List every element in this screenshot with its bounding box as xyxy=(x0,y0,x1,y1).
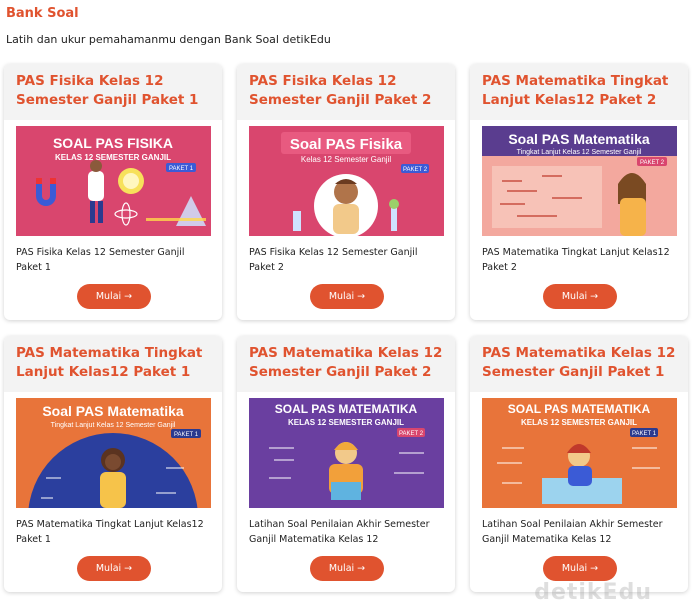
start-button[interactable]: Mulai → xyxy=(77,556,151,581)
thumb-title: Soal PAS Matematika xyxy=(508,131,650,147)
card-thumbnail[interactable]: SOAL PAS MATEMATIKA KELAS 12 SEMESTER GA… xyxy=(482,398,677,508)
start-button[interactable]: Mulai → xyxy=(310,556,384,581)
start-button[interactable]: Mulai → xyxy=(77,284,151,309)
card-header: PAS Matematika Kelas 12 Semester Ganjil … xyxy=(470,336,688,392)
thumb-subtitle: Tingkat Lanjut Kelas 12 Semester Ganjil xyxy=(517,149,642,156)
card-title[interactable]: PAS Matematika Tingkat Lanjut Kelas12 Pa… xyxy=(16,344,210,382)
card-header: PAS Matematika Tingkat Lanjut Kelas12 Pa… xyxy=(4,336,222,392)
card-description: PAS Matematika Tingkat Lanjut Kelas12 Pa… xyxy=(16,519,204,545)
card-thumbnail[interactable]: Soal PAS Fisika Kelas 12 Semester Ganjil… xyxy=(249,126,444,236)
thumb-title: SOAL PAS MATEMATIKA xyxy=(508,402,651,416)
thumb-subtitle: KELAS 12 SEMESTER GANJIL xyxy=(55,153,171,162)
section-title: Bank Soal xyxy=(6,6,79,21)
card-header: PAS Matematika Tingkat Lanjut Kelas12 Pa… xyxy=(470,64,688,120)
thumb-badge: PAKET 1 xyxy=(174,432,199,438)
question-bank-card[interactable]: PAS Fisika Kelas 12 Semester Ganjil Pake… xyxy=(237,64,455,320)
card-description: PAS Fisika Kelas 12 Semester Ganjil Pake… xyxy=(249,247,418,273)
card-thumbnail[interactable]: Soal PAS Matematika Tingkat Lanjut Kelas… xyxy=(482,126,677,236)
card-title[interactable]: PAS Fisika Kelas 12 Semester Ganjil Pake… xyxy=(249,72,443,110)
card-description: Latihan Soal Penilaian Akhir Semester Ga… xyxy=(482,519,663,545)
thumb-badge: PAKET 1 xyxy=(632,431,657,437)
thumb-title: SOAL PAS MATEMATIKA xyxy=(275,402,418,416)
question-bank-card[interactable]: PAS Matematika Tingkat Lanjut Kelas12 Pa… xyxy=(4,336,222,592)
thumb-subtitle: Tingkat Lanjut Kelas 12 Semester Ganjil xyxy=(51,422,176,429)
thumb-badge: PAKET 1 xyxy=(169,166,194,172)
card-description: Latihan Soal Penilaian Akhir Semester Ga… xyxy=(249,519,430,545)
card-header: PAS Matematika Kelas 12 Semester Ganjil … xyxy=(237,336,455,392)
start-button[interactable]: Mulai → xyxy=(310,284,384,309)
start-button[interactable]: Mulai → xyxy=(543,284,617,309)
thumb-title: Soal PAS Fisika xyxy=(290,136,403,153)
thumb-title: SOAL PAS FISIKA xyxy=(53,135,173,151)
card-title[interactable]: PAS Matematika Kelas 12 Semester Ganjil … xyxy=(482,344,676,382)
start-button[interactable]: Mulai → xyxy=(543,556,617,581)
question-bank-card[interactable]: PAS Matematika Kelas 12 Semester Ganjil … xyxy=(470,336,688,592)
section-subtitle: Latih dan ukur pemahamanmu dengan Bank S… xyxy=(6,33,331,46)
watermark: detikEdu xyxy=(534,580,652,605)
card-description: PAS Fisika Kelas 12 Semester Ganjil Pake… xyxy=(16,247,185,273)
card-thumbnail[interactable]: SOAL PAS MATEMATIKA KELAS 12 SEMESTER GA… xyxy=(249,398,444,508)
card-title[interactable]: PAS Matematika Tingkat Lanjut Kelas12 Pa… xyxy=(482,72,676,110)
card-description: PAS Matematika Tingkat Lanjut Kelas12 Pa… xyxy=(482,247,670,273)
thumb-subtitle: KELAS 12 SEMESTER GANJIL xyxy=(288,418,404,427)
thumb-badge: PAKET 2 xyxy=(403,167,428,173)
card-title[interactable]: PAS Matematika Kelas 12 Semester Ganjil … xyxy=(249,344,443,382)
thumb-subtitle: KELAS 12 SEMESTER GANJIL xyxy=(521,418,637,427)
card-header: PAS Fisika Kelas 12 Semester Ganjil Pake… xyxy=(237,64,455,120)
thumb-badge: PAKET 2 xyxy=(399,431,424,437)
question-bank-card[interactable]: PAS Fisika Kelas 12 Semester Ganjil Pake… xyxy=(4,64,222,320)
card-title[interactable]: PAS Fisika Kelas 12 Semester Ganjil Pake… xyxy=(16,72,210,110)
question-bank-card[interactable]: PAS Matematika Kelas 12 Semester Ganjil … xyxy=(237,336,455,592)
thumb-badge: PAKET 2 xyxy=(640,160,665,166)
question-bank-card[interactable]: PAS Matematika Tingkat Lanjut Kelas12 Pa… xyxy=(470,64,688,320)
card-thumbnail[interactable]: Soal PAS Matematika Tingkat Lanjut Kelas… xyxy=(16,398,211,508)
card-header: PAS Fisika Kelas 12 Semester Ganjil Pake… xyxy=(4,64,222,120)
thumb-title: Soal PAS Matematika xyxy=(42,403,184,419)
card-thumbnail[interactable]: SOAL PAS FISIKA KELAS 12 SEMESTER GANJIL… xyxy=(16,126,211,236)
thumb-subtitle: Kelas 12 Semester Ganjil xyxy=(301,155,391,164)
